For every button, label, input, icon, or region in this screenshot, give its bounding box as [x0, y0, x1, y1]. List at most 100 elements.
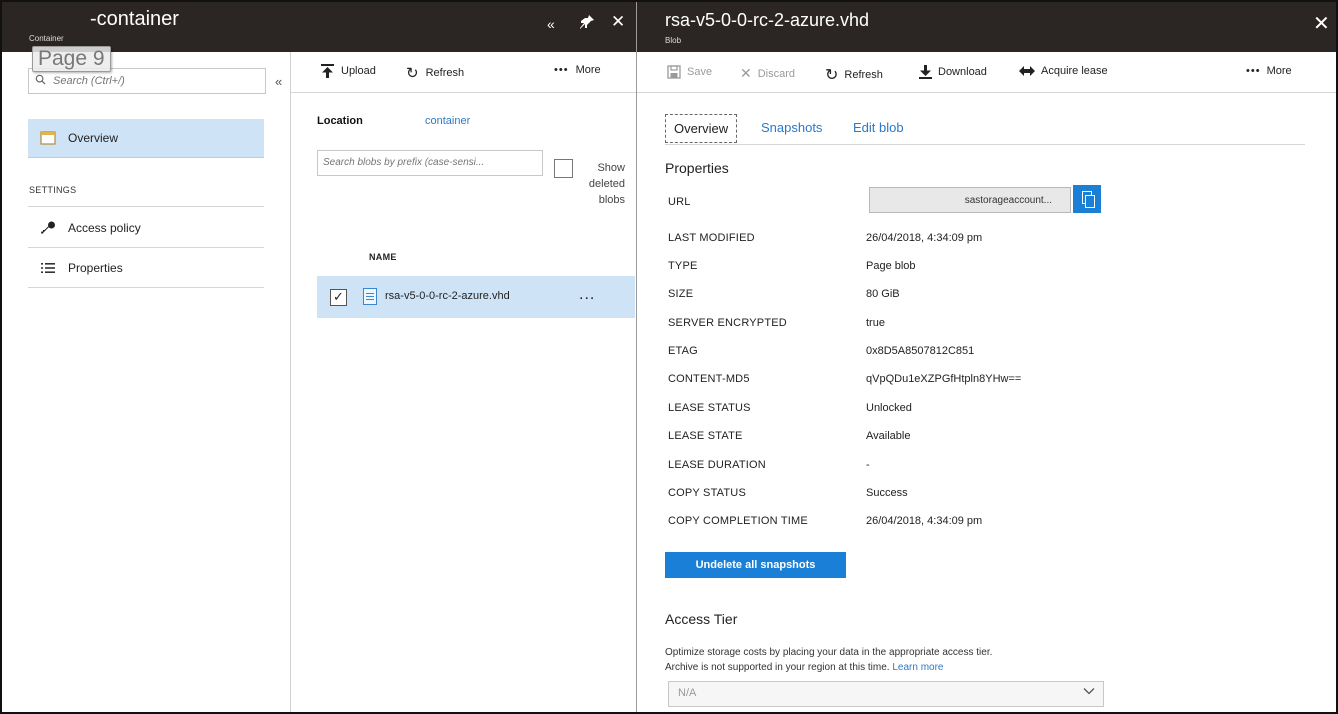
download-icon [919, 65, 932, 79]
collapse-blade-icon[interactable]: « [547, 16, 555, 32]
close-icon[interactable]: ✕ [611, 12, 625, 32]
column-header-name[interactable]: NAME [369, 252, 397, 262]
undelete-snapshots-button[interactable]: Undelete all snapshots [665, 552, 846, 578]
row-checkbox[interactable]: ✓ [330, 289, 347, 306]
more-button[interactable]: ••• More [1246, 65, 1292, 77]
menu-item-access-policy[interactable]: Access policy [28, 209, 264, 248]
lease-icon [1019, 66, 1035, 76]
refresh-button[interactable]: ↻ Refresh [825, 65, 883, 85]
container-title: -container [90, 8, 179, 30]
download-button[interactable]: Download [919, 65, 987, 79]
save-button[interactable]: Save [667, 65, 712, 79]
refresh-button[interactable]: ↻ Refresh [406, 64, 464, 82]
menu-item-properties[interactable]: Properties [28, 249, 264, 288]
prop-value: 0x8D5A8507812C851 [866, 345, 975, 357]
tab-edit-blob[interactable]: Edit blob [853, 114, 904, 142]
prop-value: true [866, 317, 885, 329]
close-icon[interactable]: ✕ [1313, 11, 1330, 36]
menu-item-label: Properties [68, 261, 123, 275]
blob-list-pane: Upload ↻ Refresh ••• More Location conta… [291, 52, 636, 712]
container-blade-header: -container Container « ✕ [2, 2, 636, 52]
more-icon: ••• [1246, 65, 1261, 77]
location-label: Location [317, 115, 363, 127]
more-label: More [1266, 65, 1292, 77]
blob-name[interactable]: rsa-v5-0-0-rc-2-azure.vhd [385, 290, 510, 302]
refresh-icon: ↻ [825, 67, 839, 84]
settings-section-label: SETTINGS [29, 185, 77, 195]
discard-label: Discard [757, 67, 796, 80]
upload-button[interactable]: Upload [321, 64, 376, 78]
download-label: Download [938, 66, 987, 78]
more-icon: ••• [554, 64, 569, 76]
save-icon [667, 65, 681, 79]
blob-row[interactable]: ✓ rsa-v5-0-0-rc-2-azure.vhd ... [317, 276, 635, 318]
acquire-lease-button[interactable]: Acquire lease [1019, 65, 1108, 77]
prop-value: 26/04/2018, 4:34:09 pm [866, 232, 983, 244]
prop-key: SIZE [668, 288, 694, 300]
menu-item-label: Overview [68, 131, 119, 145]
portal-frame: -container Container « ✕ Page 9 « Overvi… [0, 0, 1338, 714]
blob-tabs: Overview Snapshots Edit blob [665, 114, 1305, 145]
prop-value: Success [866, 487, 908, 499]
prop-key: LEASE STATUS [668, 402, 751, 414]
access-tier-desc-line-2: Archive is not supported in your region … [665, 662, 890, 673]
prop-value: 80 GiB [866, 288, 900, 300]
tab-overview[interactable]: Overview [665, 114, 738, 143]
upload-icon [321, 64, 334, 78]
blob-search-box[interactable] [317, 150, 543, 176]
container-subtitle: Container [29, 34, 64, 43]
copy-icon[interactable] [1073, 185, 1101, 213]
learn-more-link[interactable]: Learn more [892, 662, 943, 673]
prop-key: LEASE STATE [668, 430, 743, 442]
refresh-icon: ↻ [406, 65, 419, 82]
blob-blade: rsa-v5-0-0-rc-2-azure.vhd Blob ✕ Save ✕ … [637, 2, 1336, 712]
upload-label: Upload [341, 65, 376, 77]
prop-value: Available [866, 430, 911, 442]
prop-key: SERVER ENCRYPTED [668, 317, 787, 329]
discard-icon: ✕ [740, 65, 752, 81]
resource-menu: Page 9 « Overview SETTINGS Access policy… [2, 46, 291, 712]
refresh-label: Refresh [425, 67, 465, 79]
location-link[interactable]: container [425, 115, 470, 127]
pin-icon[interactable] [579, 14, 595, 35]
prop-key: COPY COMPLETION TIME [668, 515, 808, 527]
prop-key: COPY STATUS [668, 487, 746, 499]
access-tier-select[interactable]: N/A [668, 681, 1104, 707]
tab-snapshots[interactable]: Snapshots [761, 114, 822, 142]
overview-icon [40, 131, 56, 145]
container-blade: -container Container « ✕ Page 9 « Overvi… [2, 2, 637, 712]
prop-key: TYPE [668, 260, 698, 272]
properties-heading: Properties [665, 160, 729, 176]
chevron-down-icon [1083, 685, 1095, 700]
collapse-menu-icon[interactable]: « [275, 74, 282, 89]
menu-search-input[interactable] [51, 72, 260, 90]
prop-key: ETAG [668, 345, 698, 357]
prop-value: - [866, 459, 870, 471]
discard-button[interactable]: ✕ Discard [740, 65, 795, 82]
prop-value: Page blob [866, 260, 916, 272]
search-icon [35, 74, 46, 85]
container-toolbar: Upload ↻ Refresh ••• More [291, 52, 636, 93]
more-button[interactable]: ••• More [554, 64, 601, 76]
properties-icon [41, 263, 55, 273]
access-tier-heading: Access Tier [665, 611, 738, 627]
file-icon [363, 288, 377, 305]
row-more-button[interactable]: ... [579, 286, 595, 304]
refresh-label: Refresh [844, 69, 883, 81]
page-watermark: Page 9 [32, 46, 111, 72]
save-label: Save [687, 66, 713, 78]
blob-blade-header: rsa-v5-0-0-rc-2-azure.vhd Blob ✕ [637, 2, 1336, 52]
access-tier-description: Optimize storage costs by placing your d… [665, 645, 1125, 675]
blob-title: rsa-v5-0-0-rc-2-azure.vhd [665, 10, 870, 30]
prop-key: LEASE DURATION [668, 459, 766, 471]
show-deleted-checkbox[interactable] [554, 159, 573, 178]
url-field[interactable]: sastorageaccount... [869, 187, 1071, 213]
access-tier-value: N/A [678, 687, 697, 699]
show-deleted-label: Show deleted blobs [588, 162, 625, 206]
prop-key: LAST MODIFIED [668, 232, 755, 244]
prop-key: CONTENT-MD5 [668, 373, 750, 385]
blob-subtitle: Blob [665, 36, 682, 45]
menu-item-overview[interactable]: Overview [28, 119, 264, 158]
blob-search-input[interactable] [318, 151, 542, 173]
prop-value: Unlocked [866, 402, 912, 414]
